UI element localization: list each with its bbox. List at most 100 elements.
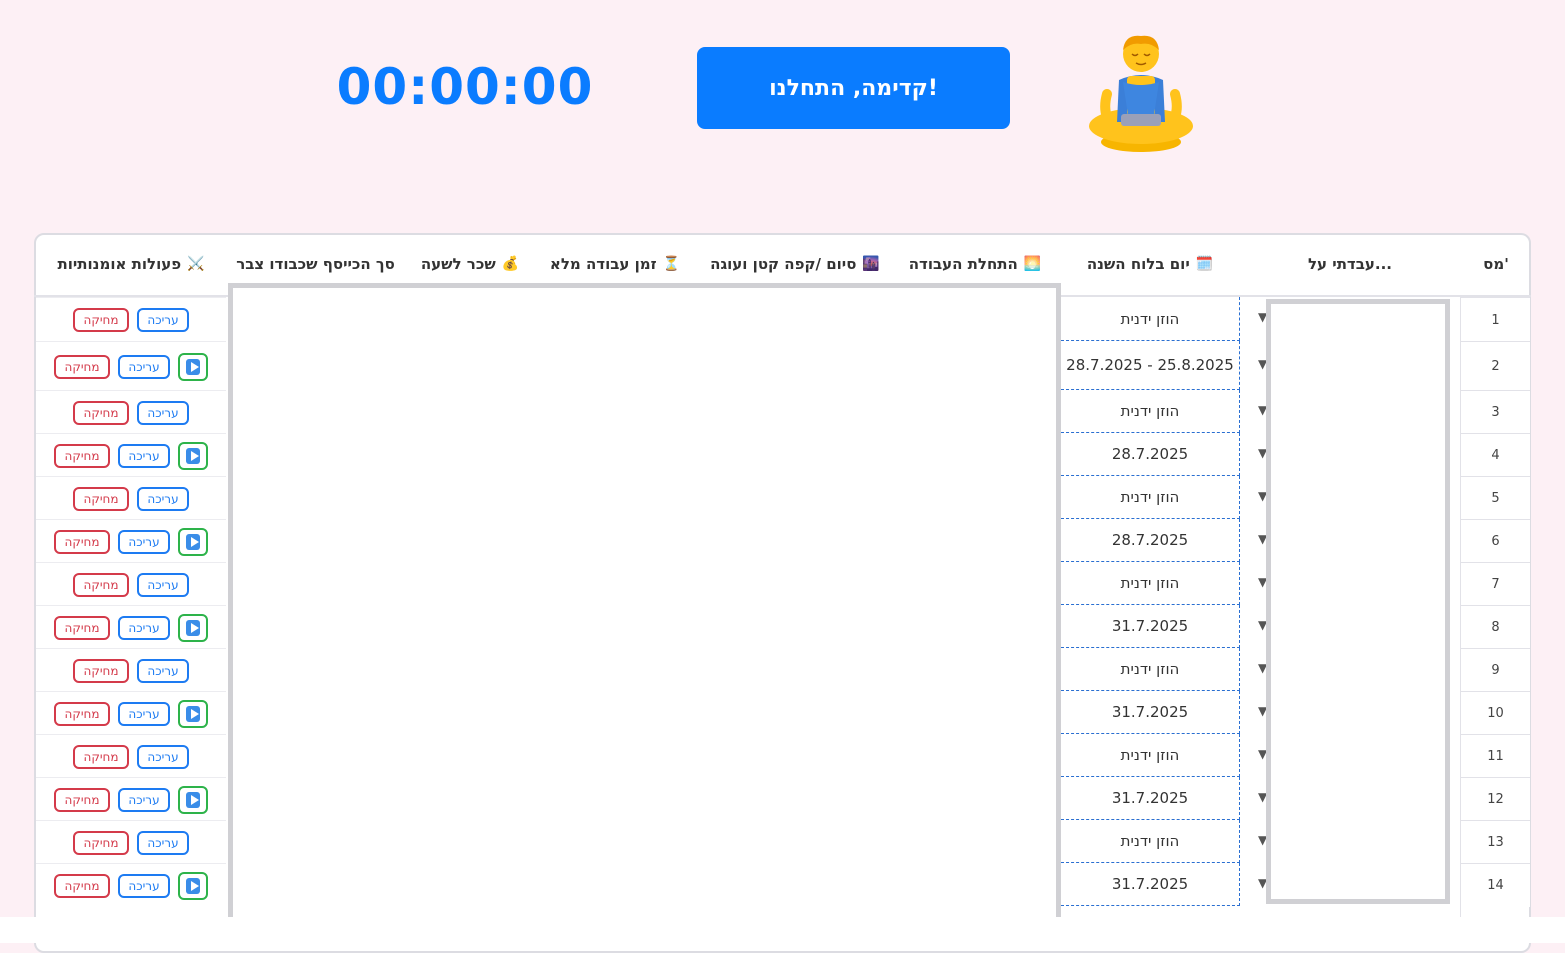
- edit-button[interactable]: עריכה: [118, 354, 170, 379]
- calendar-day-cell: הוזן ידנית: [1061, 476, 1240, 519]
- play-icon: [186, 877, 200, 894]
- blank-overlay-dropdown-panel: [1266, 299, 1450, 904]
- edit-button[interactable]: עריכה: [118, 615, 170, 640]
- row-actions: מחיקה עריכה: [36, 820, 226, 864]
- start-button[interactable]: קדימה, התחלנו!: [697, 47, 1010, 129]
- sunset-icon: 🌆: [862, 256, 880, 272]
- calendar-day-cell: 31.7.2025: [1061, 777, 1240, 820]
- delete-button[interactable]: מחיקה: [73, 486, 129, 511]
- delete-button[interactable]: מחיקה: [73, 308, 129, 332]
- column-header-label: סיום /קפה קטן ועוגה: [710, 255, 857, 273]
- row-number: 4: [1461, 433, 1530, 477]
- row-actions: מחיקה עריכה: [36, 562, 226, 606]
- delete-button[interactable]: מחיקה: [54, 701, 110, 726]
- play-button[interactable]: [178, 871, 208, 900]
- delete-button[interactable]: מחיקה: [54, 529, 110, 554]
- edit-button[interactable]: עריכה: [137, 308, 189, 332]
- row-number: 3: [1461, 390, 1530, 434]
- calendar-day-cell: הוזן ידנית: [1061, 562, 1240, 605]
- sunrise-icon: 🌅: [1023, 256, 1042, 272]
- delete-button[interactable]: מחיקה: [54, 443, 110, 468]
- delete-button[interactable]: מחיקה: [54, 615, 110, 640]
- delete-button[interactable]: מחיקה: [54, 354, 110, 379]
- calendar-day-cell: הוזן ידנית: [1061, 297, 1240, 341]
- play-icon: [186, 705, 200, 722]
- calendar-day-cell: 28.7.2025 - 25.8.2025: [1061, 341, 1240, 390]
- edit-button[interactable]: עריכה: [137, 572, 189, 597]
- bottom-strip: [0, 917, 1565, 943]
- column-header-label: סך הכייסף שכבודו צבר: [236, 255, 395, 273]
- column-header-label: התחלת העבודה: [908, 255, 1018, 273]
- edit-button[interactable]: עריכה: [118, 529, 170, 554]
- calendar-day-cell: הוזן ידנית: [1061, 648, 1240, 691]
- edit-button[interactable]: עריכה: [118, 701, 170, 726]
- hourglass-icon: ⏳: [662, 256, 681, 272]
- calendar-day-cell: הוזן ידנית: [1061, 734, 1240, 777]
- column-header-label: יום בלוח השנה: [1086, 255, 1190, 273]
- row-number: 7: [1461, 562, 1530, 606]
- row-actions: מחיקה עריכה: [36, 734, 226, 778]
- row-number: 1: [1461, 297, 1530, 342]
- edit-button[interactable]: עריכה: [118, 443, 170, 468]
- row-number: 11: [1461, 734, 1530, 778]
- calendar-day-cell: הוזן ידנית: [1061, 390, 1240, 433]
- blank-overlay-panel: [228, 283, 1061, 943]
- edit-button[interactable]: עריכה: [137, 400, 189, 425]
- meditating-person-icon: [1085, 32, 1197, 154]
- row-number: 10: [1461, 691, 1530, 735]
- column-header-label: זמן עבודה מלא: [549, 255, 657, 273]
- play-icon: [186, 619, 200, 636]
- calendar-icon: 🗓️: [1195, 256, 1214, 272]
- row-number: 2: [1461, 341, 1530, 391]
- row-actions: מחיקה עריכה: [36, 691, 226, 735]
- edit-button[interactable]: עריכה: [118, 873, 170, 898]
- edit-button[interactable]: עריכה: [137, 744, 189, 769]
- edit-button[interactable]: עריכה: [118, 787, 170, 812]
- row-number: 9: [1461, 648, 1530, 692]
- play-icon: [186, 358, 200, 375]
- calendar-day-cell: 31.7.2025: [1061, 863, 1240, 906]
- column-header-number: מס': [1462, 233, 1530, 295]
- play-icon: [186, 791, 200, 808]
- play-icon: [186, 533, 200, 550]
- column-header-actions: ⚔️ פעולות אומנותיות: [36, 233, 226, 295]
- column-header-label: פעולות אומנותיות: [57, 255, 182, 273]
- delete-button[interactable]: מחיקה: [73, 744, 129, 769]
- calendar-day-cell: 28.7.2025: [1061, 519, 1240, 562]
- edit-button[interactable]: עריכה: [137, 486, 189, 511]
- play-button[interactable]: [178, 785, 208, 814]
- delete-button[interactable]: מחיקה: [73, 572, 129, 597]
- row-actions: מחיקה עריכה: [36, 777, 226, 821]
- edit-button[interactable]: עריכה: [137, 658, 189, 683]
- edit-button[interactable]: עריכה: [137, 830, 189, 855]
- calendar-day-cell: הוזן ידנית: [1061, 820, 1240, 863]
- play-button[interactable]: [178, 527, 208, 556]
- row-number: 12: [1461, 777, 1530, 821]
- column-header-label: עבדתי על...: [1307, 255, 1393, 273]
- money-bag-icon: 💰: [501, 256, 520, 272]
- column-header-label: מס': [1483, 255, 1509, 273]
- row-actions: מחיקה עריכה: [36, 433, 226, 477]
- column-header-worked-on: עבדתי על...: [1250, 233, 1450, 295]
- play-button[interactable]: [178, 699, 208, 728]
- delete-button[interactable]: מחיקה: [73, 830, 129, 855]
- delete-button[interactable]: מחיקה: [54, 873, 110, 898]
- calendar-day-cell: 28.7.2025: [1061, 433, 1240, 476]
- row-number: 5: [1461, 476, 1530, 520]
- row-actions: מחיקה עריכה: [36, 341, 226, 391]
- delete-button[interactable]: מחיקה: [54, 787, 110, 812]
- delete-button[interactable]: מחיקה: [73, 658, 129, 683]
- column-header-label: שכר לשעה: [420, 255, 496, 273]
- row-actions: מחיקה עריכה: [36, 605, 226, 649]
- play-button[interactable]: [178, 352, 208, 381]
- row-actions: מחיקה עריכה: [36, 519, 226, 563]
- row-number: 6: [1461, 519, 1530, 563]
- calendar-day-cell: 31.7.2025: [1061, 605, 1240, 648]
- row-actions: מחיקה עריכה: [36, 390, 226, 434]
- delete-button[interactable]: מחיקה: [73, 400, 129, 425]
- play-button[interactable]: [178, 613, 208, 642]
- play-icon: [186, 447, 200, 464]
- column-header-calendar-day: 🗓️ יום בלוח השנה: [1062, 233, 1238, 295]
- play-button[interactable]: [178, 441, 208, 470]
- row-actions: מחיקה עריכה: [36, 297, 226, 342]
